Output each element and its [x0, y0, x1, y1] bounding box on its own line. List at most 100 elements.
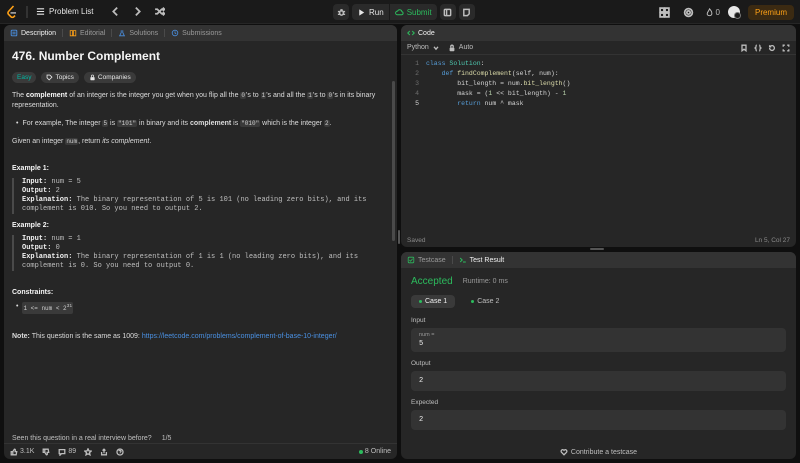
example-input-line: Input: num = 1	[22, 235, 389, 244]
like-button[interactable]: 3.1K	[10, 448, 34, 456]
list-icon	[36, 8, 45, 15]
leetcode-logo-icon[interactable]	[6, 4, 18, 19]
language-select[interactable]: Python	[407, 44, 440, 52]
code-editor[interactable]: 1 class Solution: 2 def findComplement(s…	[401, 55, 796, 231]
badges-row: Easy Topics Companies	[12, 72, 389, 83]
code-text: bit_length = num.bit_length()	[426, 80, 571, 87]
chevron-left-icon[interactable]	[107, 4, 123, 20]
input-label: Input:	[22, 235, 48, 243]
tab-description-label: Description	[21, 29, 57, 37]
bullet-part: is	[231, 120, 241, 127]
user-avatar[interactable]	[727, 6, 741, 19]
example-explanation-line: Explanation: The binary representation o…	[22, 253, 389, 271]
code-line: 2 def findComplement(self, num):	[401, 69, 796, 79]
runtime-text: Runtime: 0 ms	[462, 278, 508, 285]
debug-icon[interactable]	[333, 4, 349, 20]
intro-bold: complement	[26, 92, 68, 99]
thumbs-up-icon	[10, 448, 18, 455]
bullet-part: .	[329, 120, 332, 127]
horizontal-resize-handle[interactable]	[590, 248, 604, 250]
code-panel: Code Python Auto 1 class Solution: 2 def…	[401, 25, 796, 247]
tab-solutions-label: Solutions	[129, 29, 159, 37]
save-status: Saved	[407, 236, 426, 244]
share-icon	[101, 447, 108, 455]
tab-submissions[interactable]: Submissions	[171, 29, 222, 37]
tab-description[interactable]: Description	[10, 29, 56, 37]
like-count: 3.1K	[20, 448, 35, 455]
play-icon	[359, 8, 365, 16]
code-toolbar: Python Auto	[401, 41, 796, 55]
tab-divider	[164, 29, 166, 37]
share-button[interactable]	[100, 447, 108, 456]
bookmark-icon[interactable]	[740, 44, 748, 52]
pass-dot-icon	[419, 300, 422, 303]
auto-mode-toggle[interactable]: Auto	[448, 44, 473, 52]
companies-badge[interactable]: Companies	[83, 72, 136, 83]
tab-editorial[interactable]: Editorial	[69, 29, 105, 37]
bullet-dot: •	[16, 120, 19, 127]
contribute-label: Contribute a testcase	[570, 448, 638, 456]
input-label: Input:	[22, 178, 48, 186]
vertical-resize-handle[interactable]	[398, 230, 400, 244]
note-link[interactable]: https://leetcode.com/problems/complement…	[142, 333, 337, 340]
streak-count: 0	[715, 7, 720, 17]
braces-icon[interactable]	[754, 44, 762, 52]
result-panel: Testcase Test Result Accepted Runtime: 0…	[401, 252, 796, 459]
reset-icon[interactable]	[768, 44, 776, 52]
problem-list-button[interactable]: Problem List	[36, 7, 93, 16]
editor-layout-icon[interactable]	[439, 4, 456, 20]
input-label: Input	[411, 317, 426, 324]
example-2-title: Example 2:	[12, 222, 49, 229]
code-toolbar-actions	[740, 44, 790, 52]
history-icon	[171, 29, 179, 37]
star-icon	[84, 447, 93, 456]
shuffle-icon[interactable]	[151, 4, 167, 20]
dislike-button[interactable]	[42, 448, 50, 456]
code-line: 4 mask = (1 << bit_length) - 1	[401, 89, 796, 99]
example-2-block: Input: num = 1 Output: 0 Explanation: Th…	[12, 235, 389, 271]
run-button[interactable]: Run	[352, 4, 389, 20]
submit-button[interactable]: Submit	[388, 4, 437, 20]
chevron-right-icon[interactable]	[129, 4, 145, 20]
tab-case-2[interactable]: Case 2	[463, 295, 507, 308]
tab-test-result[interactable]: Test Result	[459, 256, 504, 264]
language-label: Python	[407, 44, 429, 51]
settings-gear-icon[interactable]	[681, 4, 697, 20]
terminal-icon	[459, 257, 466, 263]
tab-case-1[interactable]: Case 1	[411, 295, 456, 308]
notes-icon[interactable]	[458, 4, 475, 20]
bullet-dot: •	[16, 303, 19, 310]
comments-button[interactable]: 89	[58, 448, 76, 456]
layout-icon[interactable]	[657, 4, 673, 20]
bullet-part: which is the integer	[260, 120, 324, 127]
line-number: 2	[415, 70, 419, 77]
book-icon	[69, 30, 77, 37]
constraint-exponent: 31	[66, 304, 73, 309]
constraint-code: 1 <= num < 231	[22, 302, 74, 314]
tab-solutions[interactable]: Solutions	[118, 29, 158, 37]
case-label: Case 1	[425, 298, 448, 305]
help-button[interactable]	[116, 447, 124, 456]
premium-button[interactable]: Premium	[747, 4, 794, 20]
fullscreen-icon[interactable]	[782, 44, 790, 52]
result-tabs: Testcase Test Result	[401, 252, 796, 268]
description-scrollbar[interactable]	[392, 81, 395, 241]
interview-pager[interactable]: 1/5	[162, 435, 172, 442]
interview-prompt: Seen this question in a real interview b…	[12, 435, 171, 442]
note-label: Note:	[12, 333, 30, 340]
favorite-button[interactable]	[84, 447, 93, 456]
input-value: num = 1	[47, 235, 81, 243]
lock-icon	[90, 74, 95, 81]
streak-counter[interactable]: 0	[705, 7, 720, 17]
input-box: num = 5	[411, 328, 786, 352]
code-text: return num ^ mask	[457, 100, 524, 107]
explanation-value: The binary representation of 1 is 1 (no …	[22, 253, 359, 270]
example-input-line: Input: num = 5	[22, 178, 389, 187]
tab-code[interactable]: Code	[407, 29, 435, 37]
contribute-testcase-button[interactable]: Contribute a testcase	[401, 445, 796, 459]
given-text: .	[149, 138, 152, 145]
difficulty-badge[interactable]: Easy	[12, 72, 37, 83]
topics-badge[interactable]: Topics	[41, 72, 79, 83]
tab-testcase[interactable]: Testcase	[407, 256, 446, 264]
example-explanation-line: Explanation: The binary representation o…	[22, 196, 389, 214]
